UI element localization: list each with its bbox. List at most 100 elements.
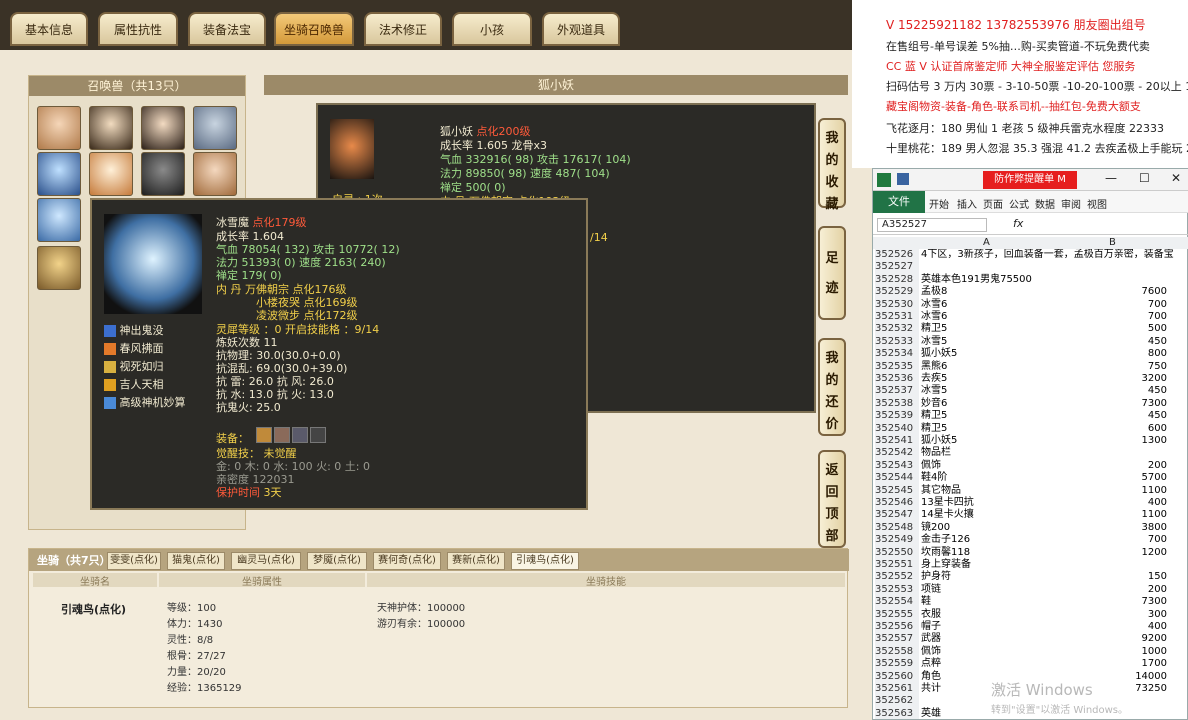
table-row[interactable]: 352558 佩饰 1000	[873, 645, 1188, 659]
cell-b[interactable]: 200	[1148, 460, 1167, 473]
pet-avatar[interactable]	[193, 106, 237, 150]
row-number[interactable]: 352562	[875, 695, 919, 709]
cell-a[interactable]: 13星卡四抗	[921, 497, 974, 510]
cell-a[interactable]: 英雄本色191男鬼75500	[921, 274, 1032, 287]
row-number[interactable]: 352543	[875, 459, 919, 473]
cell-b[interactable]: 600	[1148, 423, 1167, 436]
cell-b[interactable]: 500	[1148, 323, 1167, 336]
cell-b[interactable]: 1200	[1142, 547, 1167, 560]
my-counteroffer-button[interactable]: 我的还价	[818, 338, 846, 436]
row-number[interactable]: 352557	[875, 633, 919, 647]
cell-a[interactable]: 衣服	[921, 609, 941, 622]
cell-b[interactable]: 400	[1148, 497, 1167, 510]
row-number[interactable]: 352529	[875, 286, 919, 299]
equip-slot[interactable]	[256, 427, 272, 443]
cell-a[interactable]: 点粹	[921, 658, 941, 671]
mount-tab[interactable]: 赛新(点化)	[447, 552, 505, 570]
ribbon-tab-file[interactable]: 文件	[873, 191, 925, 213]
row-number[interactable]: 352561	[875, 683, 919, 696]
table-row[interactable]: 352553 项链 200	[873, 583, 1188, 597]
row-number[interactable]: 352549	[875, 534, 919, 547]
cell-a[interactable]: 金击子126	[921, 534, 970, 547]
row-number[interactable]: 352538	[875, 397, 919, 411]
ribbon-tab[interactable]: 数据	[1035, 196, 1055, 211]
cell-b[interactable]: 14000	[1135, 671, 1167, 684]
row-number[interactable]: 352560	[875, 670, 919, 684]
cell-b[interactable]: 3800	[1142, 522, 1167, 535]
cell-b[interactable]: 1100	[1142, 485, 1167, 498]
tab-mounts-pets[interactable]: 坐骑召唤兽	[274, 12, 354, 46]
table-row[interactable]: 352530 冰雪6 700	[873, 298, 1188, 312]
row-number[interactable]: 352556	[875, 621, 919, 634]
table-row[interactable]: 352547 14星卡火攘 1100	[873, 509, 1188, 523]
row-number[interactable]: 352540	[875, 422, 919, 436]
cell-b[interactable]: 450	[1148, 385, 1167, 398]
cell-a[interactable]: 精卫5	[921, 423, 947, 436]
table-row[interactable]: 352552 护身符 150	[873, 571, 1188, 585]
row-number[interactable]: 352532	[875, 323, 919, 337]
skill-item[interactable]: 高级神机妙算	[104, 394, 186, 410]
row-number[interactable]: 352526	[875, 249, 919, 262]
table-row[interactable]: 352548 镜200 3800	[873, 521, 1188, 535]
table-row[interactable]: 352542 物品栏	[873, 447, 1188, 461]
cell-b[interactable]: 450	[1148, 336, 1167, 349]
table-row[interactable]: 352527	[873, 261, 1188, 275]
equip-slot[interactable]	[292, 427, 308, 443]
row-number[interactable]: 352550	[875, 546, 919, 560]
table-row[interactable]: 352533 冰雪5 450	[873, 335, 1188, 349]
row-number[interactable]: 352558	[875, 645, 919, 659]
table-row[interactable]: 352538 妙音6 7300	[873, 397, 1188, 411]
cell-b[interactable]: 7300	[1142, 596, 1167, 609]
ribbon-tab[interactable]: 页面	[983, 196, 1003, 211]
cell-a[interactable]: 14星卡火攘	[921, 509, 974, 522]
equip-slot[interactable]	[310, 427, 326, 443]
table-row[interactable]: 352539 精卫5 450	[873, 410, 1188, 423]
table-row[interactable]: 352544 鞋4阶 5700	[873, 472, 1188, 485]
ribbon-tab[interactable]: 审阅	[1061, 196, 1081, 211]
table-row[interactable]: 352529 孟极8 7600	[873, 286, 1188, 299]
cell-b[interactable]: 400	[1148, 621, 1167, 634]
tab-spells[interactable]: 法术修正	[364, 12, 442, 46]
mount-tab[interactable]: 雯雯(点化)	[107, 552, 161, 570]
row-number[interactable]: 352527	[875, 261, 919, 275]
table-row[interactable]: 352545 其它物品 1100	[873, 484, 1188, 498]
ribbon-tab[interactable]: 插入	[957, 196, 977, 211]
row-number[interactable]: 352563	[875, 707, 919, 719]
cell-b[interactable]: 700	[1148, 299, 1167, 312]
cell-a[interactable]: 佩饰	[921, 460, 941, 473]
cell-b[interactable]: 3200	[1142, 373, 1167, 386]
cell-b[interactable]: 1300	[1142, 435, 1167, 448]
row-number[interactable]: 352536	[875, 373, 919, 386]
cell-a[interactable]: 冰雪6	[921, 299, 947, 312]
close-icon[interactable]: ✕	[1171, 171, 1181, 185]
cell-b[interactable]: 450	[1148, 410, 1167, 423]
row-number[interactable]: 352544	[875, 472, 919, 485]
pet-avatar[interactable]	[37, 152, 81, 196]
table-row[interactable]: 352535 黑熊6 750	[873, 360, 1188, 374]
cell-a[interactable]: 其它物品	[921, 485, 961, 498]
tab-children[interactable]: 小孩	[452, 12, 532, 46]
table-row[interactable]: 352534 狐小妖5 800	[873, 348, 1188, 361]
cell-a[interactable]: 护身符	[921, 571, 951, 584]
row-number[interactable]: 352552	[875, 571, 919, 585]
cell-a[interactable]: 狐小妖5	[921, 348, 957, 361]
table-row[interactable]: 352531 冰雪6 700	[873, 311, 1188, 324]
cell-a[interactable]: 英雄	[921, 708, 941, 719]
mount-tab[interactable]: 梦魇(点化)	[307, 552, 367, 570]
cell-b[interactable]: 300	[1148, 609, 1167, 622]
cell-a[interactable]: 妙音6	[921, 398, 947, 411]
ribbon-tab[interactable]: 视图	[1087, 196, 1107, 211]
maximize-icon[interactable]: ☐	[1139, 171, 1150, 185]
row-number[interactable]: 352559	[875, 658, 919, 671]
pet-avatar[interactable]	[141, 106, 185, 150]
table-row[interactable]: 352559 点粹 1700	[873, 658, 1188, 671]
cell-a[interactable]: 冰雪6	[921, 311, 947, 324]
table-row[interactable]: 352528 英雄本色191男鬼75500	[873, 273, 1188, 287]
cell-b[interactable]: 73250	[1135, 683, 1167, 696]
table-row[interactable]: 352532 精卫5 500	[873, 323, 1188, 337]
table-row[interactable]: 352537 冰雪5 450	[873, 385, 1188, 399]
cell-a[interactable]: 坎雨馨118	[921, 547, 970, 560]
cell-a[interactable]: 帽子	[921, 621, 941, 634]
cell-b[interactable]: 7600	[1142, 286, 1167, 299]
table-row[interactable]: 352546 13星卡四抗 400	[873, 497, 1188, 510]
